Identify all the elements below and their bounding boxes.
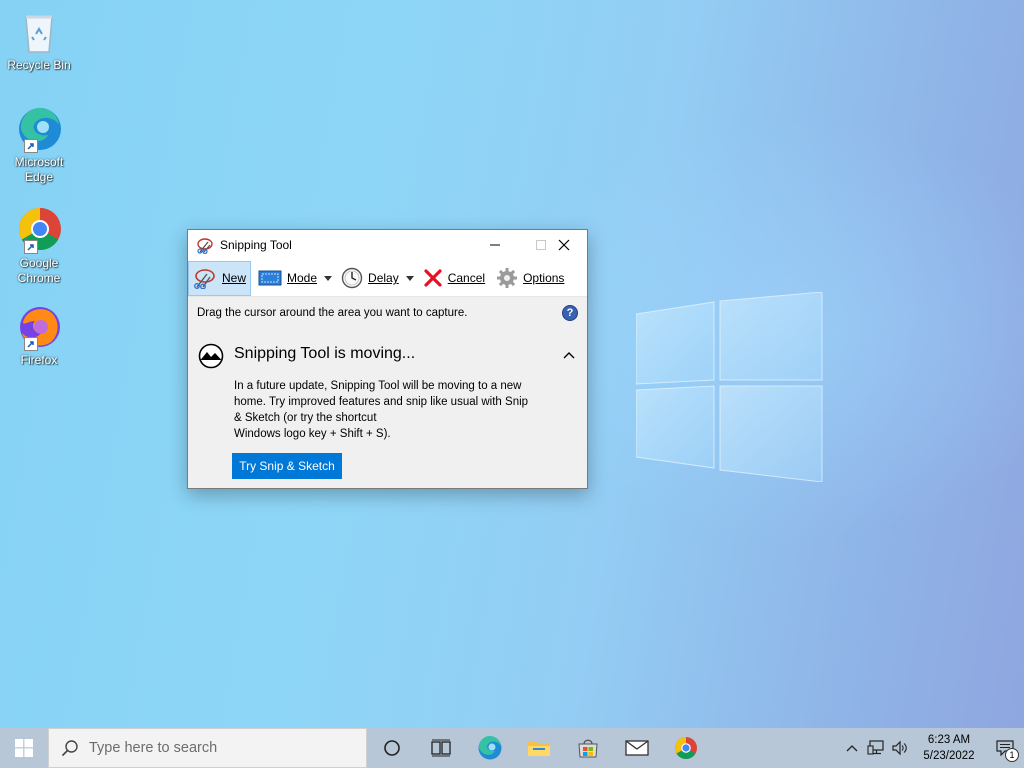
taskbar-edge-button[interactable] — [465, 728, 514, 768]
shortcut-arrow-icon — [24, 337, 38, 351]
notice-body: In a future update, Snipping Tool will b… — [234, 378, 554, 442]
cancel-x-icon — [424, 269, 442, 287]
mode-icon — [258, 270, 282, 286]
options-button[interactable]: Options — [492, 261, 568, 296]
clock-icon — [341, 267, 363, 289]
edge-icon — [478, 735, 501, 760]
desktop-icon-label: Recycle Bin — [7, 58, 71, 72]
store-icon — [577, 739, 598, 758]
delay-label: Delay — [368, 271, 399, 285]
cortana-circle-icon — [383, 740, 400, 756]
title-bar[interactable]: Snipping Tool — [188, 230, 587, 260]
chevron-down-icon — [324, 275, 333, 281]
notice-title: Snipping Tool is moving... — [234, 345, 416, 362]
desktop-icon-edge[interactable]: Microsoft Edge — [4, 105, 74, 185]
new-snip-button[interactable]: New — [188, 260, 251, 296]
taskbar-search-box[interactable]: Type here to search — [48, 728, 367, 768]
toolbar: New Mode Delay Cancel Options — [188, 260, 587, 297]
desktop-icon-label: Microsoft Edge — [14, 155, 64, 184]
speaker-icon — [892, 740, 907, 756]
mode-button[interactable]: Mode — [254, 261, 321, 296]
desktop-icon-chrome[interactable]: Google Chrome — [4, 206, 74, 286]
edge-icon — [15, 105, 63, 153]
snip-sketch-logo-icon — [198, 343, 224, 369]
notice-body-line: Windows logo key + Shift + S). — [234, 428, 391, 440]
moving-notice-panel: Snipping Tool is moving... In a future u… — [188, 331, 587, 488]
desktop-icon-label: Firefox — [20, 353, 58, 367]
shortcut-arrow-icon — [24, 240, 38, 254]
clock-date: 5/23/2022 — [923, 750, 975, 762]
mode-dropdown-arrow[interactable] — [321, 261, 335, 296]
minimize-button[interactable] — [472, 230, 518, 260]
cancel-button[interactable]: Cancel — [419, 261, 489, 296]
new-snip-icon — [194, 269, 215, 289]
shortcut-arrow-icon — [24, 139, 38, 153]
collapse-chevron-up-icon[interactable] — [561, 347, 577, 363]
notification-count-badge: 1 — [1005, 748, 1019, 762]
taskbar-store-button[interactable] — [563, 728, 612, 768]
task-view-icon — [430, 739, 451, 757]
help-icon[interactable]: ? — [562, 305, 578, 321]
clock-time: 6:23 AM — [927, 734, 971, 746]
recycle-bin-icon — [15, 8, 63, 56]
network-icon — [867, 740, 884, 755]
close-button[interactable] — [541, 230, 587, 260]
snipping-tool-icon — [197, 238, 213, 254]
capture-hint: Drag the cursor around the area you want… — [188, 297, 587, 329]
start-button[interactable] — [0, 728, 48, 768]
chrome-icon — [15, 206, 63, 254]
notice-body-line: In a future update, Snipping Tool will b… — [234, 380, 522, 392]
delay-dropdown-arrow[interactable] — [403, 261, 417, 296]
taskbar-chrome-button[interactable] — [661, 728, 710, 768]
notice-body-line: home. Try improved features and snip lik… — [234, 396, 529, 408]
system-tray: 6:23 AM 5/23/2022 1 — [840, 728, 1024, 768]
cortana-button[interactable] — [367, 728, 416, 768]
taskbar-file-explorer-button[interactable] — [514, 728, 563, 768]
new-snip-label: New — [221, 271, 246, 285]
close-icon — [558, 239, 570, 251]
delay-button[interactable]: Delay — [337, 261, 403, 296]
taskbar-mail-button[interactable] — [612, 728, 661, 768]
firefox-icon — [15, 303, 63, 351]
task-view-button[interactable] — [416, 728, 465, 768]
window-title: Snipping Tool — [220, 238, 292, 252]
desktop-icon-recycle-bin[interactable]: Recycle Bin — [4, 8, 74, 73]
windows-start-icon — [15, 739, 33, 757]
search-icon — [61, 740, 78, 757]
chrome-icon — [674, 737, 697, 759]
desktop-icon-firefox[interactable]: Firefox — [4, 303, 74, 368]
cancel-label: Cancel — [447, 271, 486, 285]
network-button[interactable] — [864, 728, 888, 768]
search-placeholder: Type here to search — [89, 740, 218, 756]
desktop-icon-label: Google Chrome — [17, 256, 61, 285]
volume-button[interactable] — [888, 728, 912, 768]
chevron-up-icon — [846, 745, 858, 752]
mail-icon — [624, 740, 649, 756]
action-center-button[interactable]: 1 — [986, 728, 1024, 768]
options-label: Options — [523, 271, 565, 285]
windows-wallpaper-logo — [636, 292, 823, 482]
taskbar-clock[interactable]: 6:23 AM 5/23/2022 — [918, 732, 980, 764]
show-hidden-icons-button[interactable] — [840, 728, 864, 768]
minimize-icon — [490, 244, 500, 246]
try-snip-sketch-button[interactable]: Try Snip & Sketch — [232, 453, 342, 479]
taskbar: Type here to search 6:23 AM 5/23/2022 1 — [0, 728, 1024, 768]
gear-icon — [497, 268, 518, 288]
notice-body-line: & Sketch (or try the shortcut — [234, 412, 377, 424]
file-explorer-icon — [527, 741, 550, 756]
chevron-down-icon — [405, 275, 414, 281]
snipping-tool-window: Snipping Tool New Mode Delay Cancel Opti… — [187, 229, 588, 489]
mode-label: Mode — [287, 271, 318, 285]
capture-hint-text: Drag the cursor around the area you want… — [197, 307, 468, 319]
